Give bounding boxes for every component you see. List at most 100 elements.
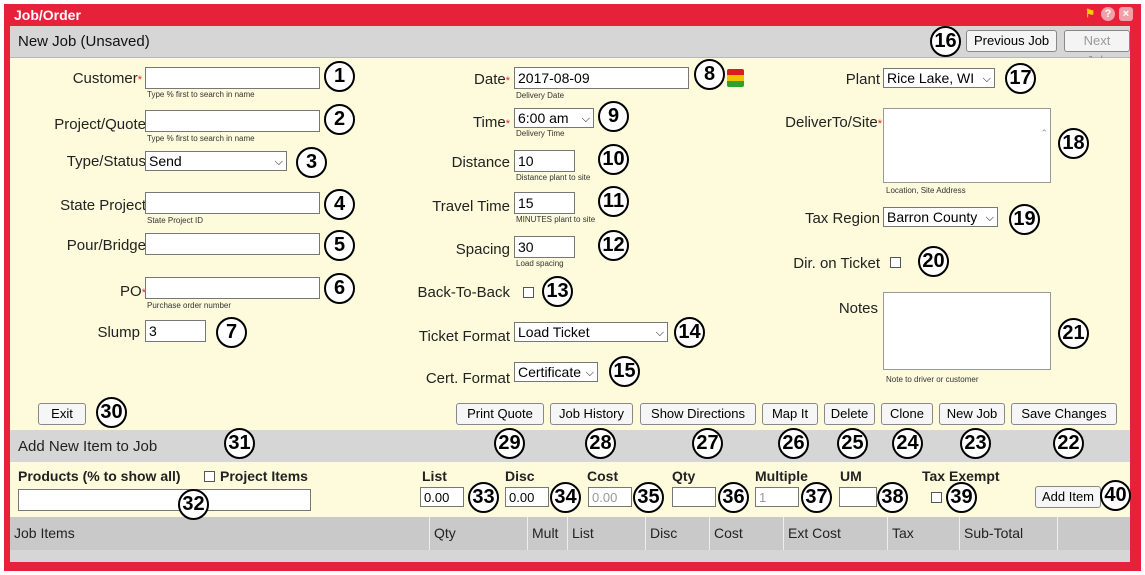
print-quote-button[interactable]: Print Quote <box>456 403 544 425</box>
time-select[interactable]: 6:00 am ⌵ <box>514 108 594 128</box>
help-icon[interactable]: ? <box>1101 7 1115 21</box>
callout-20: 20 <box>918 246 949 277</box>
callout-27: 27 <box>692 428 723 459</box>
slump-input[interactable]: 3 <box>145 320 206 342</box>
state-project-label: State Project <box>60 197 146 214</box>
cost-label: Cost <box>587 468 619 484</box>
close-icon[interactable]: × <box>1119 7 1133 21</box>
callout-15: 15 <box>609 356 640 387</box>
exit-button[interactable]: Exit <box>38 403 86 425</box>
project-label: Project/Quote <box>54 116 146 133</box>
spacing-label: Spacing <box>455 241 510 258</box>
customer-label: Customer* <box>72 70 142 87</box>
project-hint: Type % first to search in name <box>147 134 255 143</box>
callout-32: 32 <box>178 489 209 520</box>
cost-input[interactable]: 0.00 <box>588 487 632 507</box>
notes-hint: Note to driver or customer <box>886 375 979 384</box>
callout-38: 38 <box>877 482 908 513</box>
state-project-hint: State Project ID <box>147 216 204 225</box>
callout-25: 25 <box>837 428 868 459</box>
products-search-input[interactable] <box>18 489 311 511</box>
callout-29: 29 <box>494 428 525 459</box>
spacing-hint: Load spacing <box>516 259 564 268</box>
pin-icon[interactable]: ⚑ <box>1083 7 1097 21</box>
scroll-arrows-icon: ⌃ <box>1040 128 1048 138</box>
column-header: List <box>568 517 646 550</box>
type-select[interactable]: Send ⌵ <box>145 151 287 171</box>
ticket-format-label: Ticket Format <box>418 328 510 345</box>
show-directions-button[interactable]: Show Directions <box>640 403 756 425</box>
multiple-input[interactable]: 1 <box>755 487 799 507</box>
callout-28: 28 <box>585 428 616 459</box>
delete-button[interactable]: Delete <box>824 403 875 425</box>
job-history-button[interactable]: Job History <box>550 403 633 425</box>
distance-input[interactable]: 10 <box>514 150 575 172</box>
pour-bridge-input[interactable] <box>145 233 320 255</box>
dir-on-ticket-checkbox[interactable] <box>890 257 901 268</box>
date-hint: Delivery Date <box>516 91 565 100</box>
add-item-button[interactable]: Add Item <box>1035 486 1101 508</box>
state-project-input[interactable] <box>145 192 320 214</box>
callout-13: 13 <box>542 276 573 307</box>
cert-format-label: Cert. Format <box>425 370 510 387</box>
date-input[interactable]: 2017-08-09 <box>514 67 689 89</box>
callout-31: 31 <box>224 428 255 459</box>
calendar-icon[interactable] <box>727 69 744 87</box>
callout-37: 37 <box>801 482 832 513</box>
callout-1: 1 <box>324 61 355 92</box>
deliver-to-textarea[interactable]: ⌃ <box>883 108 1051 183</box>
plant-select[interactable]: Rice Lake, WI ⌵ <box>883 68 995 88</box>
next-job-button[interactable]: Next Job <box>1064 30 1130 68</box>
callout-30: 30 <box>96 397 127 428</box>
dir-on-ticket-label: Dir. on Ticket <box>793 255 880 272</box>
cert-format-select[interactable]: Certificate ⌵ <box>514 362 598 382</box>
notes-label: Notes <box>838 300 878 317</box>
ticket-format-select[interactable]: Load Ticket ⌵ <box>514 322 668 342</box>
qty-input[interactable] <box>672 487 716 507</box>
multiple-label: Multiple <box>755 468 808 484</box>
column-header: Sub-Total <box>960 517 1058 550</box>
column-header: Qty <box>430 517 528 550</box>
job-header-bar: New Job (Unsaved) Previous Job Next Job <box>10 26 1130 68</box>
bottom-strip <box>10 550 1130 562</box>
callout-40: 40 <box>1100 480 1131 511</box>
travel-time-input[interactable]: 15 <box>514 192 575 214</box>
deliver-to-label: DeliverTo/Site* <box>785 114 882 131</box>
job-form-panel: Customer* Type % first to search in name… <box>10 58 1130 430</box>
callout-17: 17 <box>1005 63 1036 94</box>
save-changes-button[interactable]: Save Changes <box>1011 403 1117 425</box>
po-hint: Purchase order number <box>147 301 232 310</box>
new-job-button[interactable]: New Job <box>939 403 1005 425</box>
callout-12: 12 <box>598 230 629 261</box>
plant-label: Plant <box>845 71 880 88</box>
clone-button[interactable]: Clone <box>881 403 933 425</box>
spacing-input[interactable]: 30 <box>514 236 575 258</box>
type-label: Type/Status <box>66 153 146 170</box>
callout-6: 6 <box>324 273 355 304</box>
column-header: Job Items <box>10 517 430 550</box>
callout-26: 26 <box>778 428 809 459</box>
tax-exempt-checkbox[interactable] <box>931 492 942 503</box>
back-to-back-checkbox[interactable] <box>523 287 534 298</box>
callout-22: 22 <box>1053 428 1084 459</box>
project-items-checkbox[interactable] <box>204 471 215 482</box>
um-input[interactable] <box>839 487 877 507</box>
disc-input[interactable]: 0.00 <box>505 487 549 507</box>
list-input[interactable]: 0.00 <box>420 487 464 507</box>
project-input[interactable] <box>145 110 320 132</box>
window-titlebar: Job/Order ⚑ ? × <box>4 4 1141 26</box>
callout-7: 7 <box>216 317 247 348</box>
previous-job-button[interactable]: Previous Job <box>966 30 1058 52</box>
column-header: Cost <box>710 517 784 550</box>
tax-region-select[interactable]: Barron County ⌵ <box>883 207 998 227</box>
customer-input[interactable] <box>145 67 320 89</box>
callout-3: 3 <box>296 147 327 178</box>
callout-36: 36 <box>718 482 749 513</box>
map-it-button[interactable]: Map It <box>762 403 818 425</box>
column-header: Tax <box>888 517 960 550</box>
notes-textarea[interactable] <box>883 292 1051 370</box>
slump-label: Slump <box>97 324 140 341</box>
job-items-table-header: Job Items Qty Mult List Disc Cost Ext Co… <box>10 517 1130 550</box>
travel-time-label: Travel Time <box>432 198 510 215</box>
po-input[interactable] <box>145 277 320 299</box>
